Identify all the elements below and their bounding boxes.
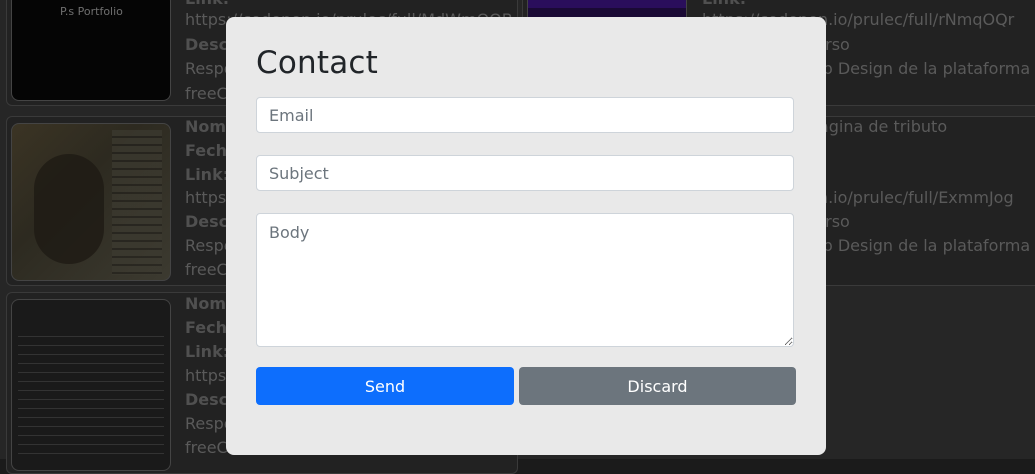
subject-field[interactable]: [256, 155, 794, 191]
project-link-label: Link:: [185, 342, 230, 361]
project-thumbnail[interactable]: [11, 299, 171, 471]
project-thumbnail[interactable]: [11, 123, 171, 281]
project-desc: freeC: [185, 84, 228, 103]
body-textarea[interactable]: [256, 213, 794, 347]
send-button[interactable]: Send: [256, 367, 514, 405]
project-link[interactable]: https: [185, 364, 226, 389]
project-name: Página de tributo: [810, 117, 948, 136]
discard-button[interactable]: Discard: [519, 367, 796, 405]
project-desc: freeC: [185, 438, 228, 457]
project-desc: freeC: [185, 260, 228, 279]
project-link-label: Link:: [185, 165, 230, 184]
project-thumbnail[interactable]: P.s Portfolio: [11, 0, 171, 101]
contact-modal: Contact Send Discard: [226, 17, 826, 455]
modal-title: Contact: [256, 45, 379, 81]
project-link[interactable]: https: [185, 186, 226, 211]
thumbnail-caption: P.s Portfolio: [60, 5, 123, 18]
email-field[interactable]: [256, 97, 794, 133]
